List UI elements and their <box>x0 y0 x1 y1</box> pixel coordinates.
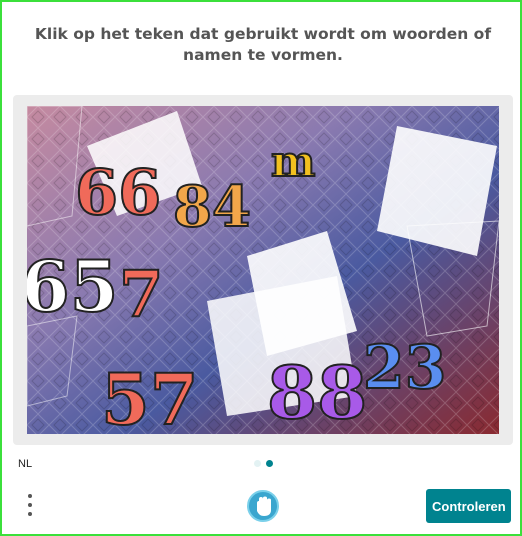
language-selector[interactable]: NL <box>18 458 32 470</box>
page-dot-1 <box>254 460 261 467</box>
glyph-7[interactable]: 7 <box>118 256 165 333</box>
glyph-57[interactable]: 57 <box>100 357 199 434</box>
glyph-88[interactable]: 88 <box>266 349 368 434</box>
vertical-ellipsis-icon[interactable] <box>24 492 36 520</box>
captcha-frame: Klik op het teken dat gebruikt wordt om … <box>0 0 522 536</box>
submit-button[interactable]: Controleren <box>426 489 511 523</box>
challenge-card: 66 84 m 65 7 57 88 23 <box>13 95 513 445</box>
glyph-65[interactable]: 65 <box>27 244 119 329</box>
challenge-prompt: Klik op het teken dat gebruikt wordt om … <box>34 25 492 64</box>
challenge-image[interactable]: 66 84 m 65 7 57 88 23 <box>27 106 499 434</box>
glyph-66[interactable]: 66 <box>74 155 162 230</box>
glyph-m[interactable]: m <box>270 136 316 187</box>
hand-icon[interactable] <box>246 489 280 523</box>
glyph-23[interactable]: 23 <box>362 332 448 404</box>
glyph-84[interactable]: 84 <box>172 173 252 241</box>
page-dot-2 <box>266 460 273 467</box>
